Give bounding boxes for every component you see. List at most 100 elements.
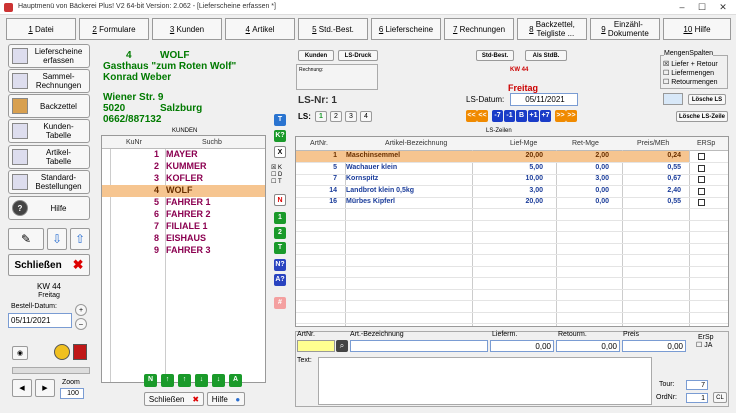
badge-icon[interactable]	[54, 344, 70, 360]
sidebar-lieferscheine-erfassen[interactable]: Lieferscheine erfassen	[8, 44, 90, 68]
kunden-button[interactable]: Kunden	[298, 50, 334, 61]
nav-last-button[interactable]: ↓	[212, 374, 225, 387]
table-row[interactable]: 5 Wachauer klein 5,00 0,00 0,55	[296, 163, 705, 174]
date-nav-button[interactable]: >>	[555, 110, 566, 122]
table-row[interactable]: 14 Landbrot klein 0,5kg 3,00 0,00 2,40	[296, 186, 705, 197]
ls-tab-4[interactable]: 4	[360, 111, 372, 122]
menu-rechnungen[interactable]: 7 Rechnungen	[444, 18, 514, 40]
filter-1-button[interactable]: 1	[274, 212, 286, 224]
filter-aq-button[interactable]: A?	[274, 274, 286, 286]
table-toggle-icon[interactable]	[663, 93, 683, 105]
ls-druck-button[interactable]: LS-Druck	[338, 50, 378, 61]
menu-std-best[interactable]: 5 Std.-Best.	[298, 18, 368, 40]
filter-k-button[interactable]: K?	[274, 130, 286, 142]
artnr-input[interactable]	[297, 340, 335, 352]
date-nav-button[interactable]: -1	[504, 110, 515, 122]
ls-datum-input[interactable]: 05/11/2021	[510, 93, 578, 106]
plus-icon[interactable]: +	[75, 304, 87, 316]
menu-lieferscheine[interactable]: 6 Lieferscheine	[371, 18, 441, 40]
date-nav-button[interactable]: +1	[528, 110, 539, 122]
maximize-icon[interactable]: ☐	[692, 1, 712, 14]
retourm-input[interactable]: 0,00	[556, 340, 620, 352]
menu-formulare[interactable]: 2 Formulare	[79, 18, 149, 40]
ls-tab-1[interactable]: 1	[315, 111, 327, 122]
upload-button[interactable]: ⇧	[70, 228, 90, 250]
filter-t2-button[interactable]: T	[274, 242, 286, 254]
filter-x-button[interactable]: X	[274, 146, 286, 158]
date-nav-button[interactable]: <<	[477, 110, 488, 122]
ls-tab-3[interactable]: 3	[345, 111, 357, 122]
table-row[interactable]: 1 Maschinsemmel 20,00 2,00 0,24	[296, 151, 705, 162]
bezeichnung-input[interactable]	[350, 340, 488, 352]
red-box-icon[interactable]	[73, 344, 87, 360]
edit-button[interactable]: ✎	[8, 228, 44, 250]
ersp-row-checkbox[interactable]	[698, 164, 705, 172]
camera-icon[interactable]: ◉	[12, 346, 28, 360]
prev-button[interactable]: ◀	[12, 379, 32, 397]
table-row[interactable]: 2 KUMMER	[102, 161, 265, 173]
menu-datei[interactable]: 1 Datei	[6, 18, 76, 40]
lieferm-input[interactable]: 0,00	[490, 340, 554, 352]
table-row[interactable]: 3 KOFLER	[102, 173, 265, 185]
ls-tab-2[interactable]: 2	[330, 111, 342, 122]
loesche-ls-zeile-button[interactable]: Lösche LS-Zeile	[676, 111, 728, 122]
sidebar-backzettel[interactable]: Backzettel	[8, 94, 90, 118]
nav-up-button[interactable]: ↑	[178, 374, 191, 387]
date-nav-button[interactable]: <<	[466, 110, 477, 122]
bestell-datum-input[interactable]: 05/11/2021	[8, 313, 72, 328]
table-row[interactable]: 5 FAHRER 1	[102, 197, 265, 209]
ersp-checkbox[interactable]: ☐ JA	[696, 341, 712, 349]
date-nav-button[interactable]: +7	[540, 110, 551, 122]
sidebar-standard-bestellungen[interactable]: Standard- Bestellungen	[8, 170, 90, 194]
table-row[interactable]: 7 FILIALE 1	[102, 221, 265, 233]
table-row[interactable]: 8 EISHAUS	[102, 233, 265, 245]
table-row[interactable]: 4 WOLF	[102, 185, 265, 197]
table-row[interactable]: 1 MAYER	[102, 149, 265, 161]
ersp-row-checkbox[interactable]	[698, 187, 705, 195]
hilfe-bottom-button[interactable]: Hilfe ●	[207, 392, 245, 406]
filter-nq-button[interactable]: N?	[274, 259, 286, 271]
als-stdb-button[interactable]: Als StdB.	[525, 50, 567, 61]
next-button[interactable]: ▶	[35, 379, 55, 397]
zoom-input[interactable]: 100	[60, 388, 84, 399]
cl-button[interactable]: CL	[713, 392, 727, 403]
ersp-row-checkbox[interactable]	[698, 153, 705, 160]
filter-t-button[interactable]: T	[274, 114, 286, 126]
sidebar-hilfe[interactable]: ? Hilfe	[8, 196, 90, 220]
nav-a-button[interactable]: A	[229, 374, 242, 387]
table-row[interactable]: 6 FAHRER 2	[102, 209, 265, 221]
ersp-row-checkbox[interactable]	[698, 199, 705, 206]
sidebar-sammelrechnungen[interactable]: Sammel- Rechnungen	[8, 69, 90, 93]
sidebar-artikel-tabelle[interactable]: Artikel- Tabelle	[8, 145, 90, 169]
minimize-icon[interactable]: –	[672, 1, 692, 14]
text-area[interactable]	[318, 357, 652, 405]
schliessen-bottom-button[interactable]: Schließen ✖	[144, 392, 204, 406]
nav-new-button[interactable]: N	[144, 374, 157, 387]
nav-first-button[interactable]: ↑	[161, 374, 174, 387]
menu-backzettel[interactable]: 8 Backzettel, Teigliste ...	[517, 18, 587, 40]
filter-hash-button[interactable]: #	[274, 297, 286, 309]
filter-n-button[interactable]: N	[274, 194, 286, 206]
menu-kunden[interactable]: 3 Kunden	[152, 18, 222, 40]
filter-2-button[interactable]: 2	[274, 227, 286, 239]
close-icon[interactable]: ✕	[713, 1, 733, 14]
sidebar-kunden-tabelle[interactable]: Kunden- Tabelle	[8, 119, 90, 143]
mengen-options[interactable]: ☒ Liefer + Retour ☐ Liefermengen ☐ Retourm…	[663, 60, 718, 87]
date-nav-button[interactable]: B	[516, 110, 527, 122]
preis-input[interactable]: 0,00	[622, 340, 686, 352]
ordnr-input[interactable]: 1	[686, 393, 708, 403]
date-nav-button[interactable]: >>	[566, 110, 577, 122]
download-button[interactable]: ⇩	[47, 228, 67, 250]
menu-artikel[interactable]: 4 Artikel	[225, 18, 295, 40]
table-row[interactable]: 9 FAHRER 3	[102, 245, 265, 257]
nav-down-button[interactable]: ↓	[195, 374, 208, 387]
loesche-ls-button[interactable]: Lösche LS	[688, 94, 726, 105]
table-row[interactable]: 7 Kornspitz 10,00 3,00 0,67	[296, 174, 705, 185]
date-nav-button[interactable]: -7	[492, 110, 503, 122]
tour-input[interactable]: 7	[686, 380, 708, 390]
minus-icon[interactable]: –	[75, 318, 87, 330]
std-best-button[interactable]: Std-Best.	[476, 50, 514, 61]
ersp-row-checkbox[interactable]	[698, 176, 705, 183]
menu-hilfe[interactable]: 10 Hilfe	[663, 18, 731, 40]
kdt-checks[interactable]: ☒ K ☐ D ☐ T	[271, 164, 289, 185]
